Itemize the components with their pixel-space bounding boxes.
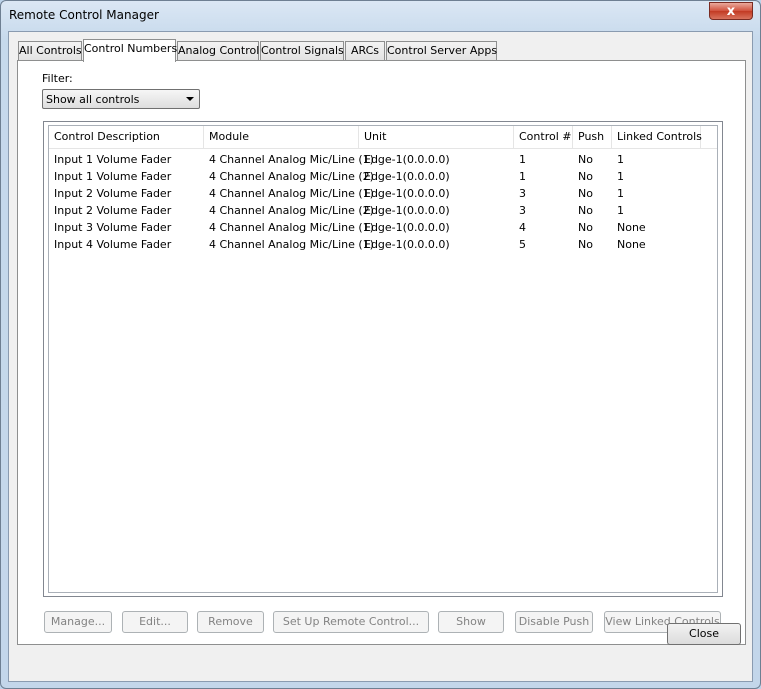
tab-control-signals[interactable]: Control Signals <box>260 41 344 60</box>
cell-unit: Edge-1(0.0.0.0) <box>364 221 450 234</box>
remove-button[interactable]: Remove <box>197 611 264 633</box>
cell-control-number: 1 <box>519 170 526 183</box>
tab-control-server-apps[interactable]: Control Server Apps <box>386 41 497 60</box>
title-bar[interactable]: Remote Control Manager x <box>1 1 760 31</box>
cell-linked-controls: 1 <box>617 204 624 217</box>
cell-control-description: Input 2 Volume Fader <box>54 187 172 200</box>
filter-label: Filter: <box>42 72 73 85</box>
cell-control-number: 5 <box>519 238 526 251</box>
close-button[interactable]: Close <box>667 623 741 645</box>
cell-control-number: 4 <box>519 221 526 234</box>
cell-push: No <box>578 170 593 183</box>
cell-linked-controls: None <box>617 221 646 234</box>
cell-control-description: Input 1 Volume Fader <box>54 170 172 183</box>
remote-control-manager-window: Remote Control Manager x All Controls Co… <box>0 0 761 689</box>
filter-selected-value: Show all controls <box>46 93 140 106</box>
table-row[interactable]: Input 1 Volume Fader 4 Channel Analog Mi… <box>49 151 717 168</box>
tab-all-controls[interactable]: All Controls <box>18 41 82 60</box>
table-row[interactable]: Input 3 Volume Fader 4 Channel Analog Mi… <box>49 219 717 236</box>
set-up-remote-control-button[interactable]: Set Up Remote Control... <box>273 611 429 633</box>
table-row[interactable]: Input 2 Volume Fader 4 Channel Analog Mi… <box>49 185 717 202</box>
cell-module: 4 Channel Analog Mic/Line (1) <box>209 221 374 234</box>
show-button[interactable]: Show <box>438 611 504 633</box>
cell-control-number: 3 <box>519 187 526 200</box>
cell-linked-controls: 1 <box>617 170 624 183</box>
column-header-linked-controls[interactable]: Linked Controls <box>612 126 702 148</box>
cell-module: 4 Channel Analog Mic/Line (2) <box>209 204 374 217</box>
manage-button[interactable]: Manage... <box>44 611 112 633</box>
tab-panel-control-numbers: Filter: Show all controls Control Descri… <box>17 60 746 645</box>
cell-module: 4 Channel Analog Mic/Line (1) <box>209 153 374 166</box>
table-header: Control Description Module Unit Control … <box>49 126 717 149</box>
cell-module: 4 Channel Analog Mic/Line (2) <box>209 170 374 183</box>
tab-analog-control[interactable]: Analog Control <box>177 41 259 60</box>
cell-unit: Edge-1(0.0.0.0) <box>364 187 450 200</box>
controls-list[interactable]: Control Description Module Unit Control … <box>43 121 723 597</box>
cell-push: No <box>578 153 593 166</box>
cell-push: No <box>578 221 593 234</box>
cell-module: 4 Channel Analog Mic/Line (1) <box>209 187 374 200</box>
filter-dropdown[interactable]: Show all controls <box>42 89 200 109</box>
cell-push: No <box>578 238 593 251</box>
cell-control-description: Input 2 Volume Fader <box>54 204 172 217</box>
column-header-control-description[interactable]: Control Description <box>49 126 204 148</box>
cell-control-description: Input 3 Volume Fader <box>54 221 172 234</box>
cell-linked-controls: 1 <box>617 187 624 200</box>
table-row[interactable]: Input 4 Volume Fader 4 Channel Analog Mi… <box>49 236 717 253</box>
tab-control-numbers[interactable]: Control Numbers <box>83 39 177 62</box>
cell-control-number: 3 <box>519 204 526 217</box>
controls-list-view: Control Description Module Unit Control … <box>48 125 718 593</box>
cell-control-description: Input 4 Volume Fader <box>54 238 172 251</box>
table-row[interactable]: Input 2 Volume Fader 4 Channel Analog Mi… <box>49 202 717 219</box>
cell-linked-controls: 1 <box>617 153 624 166</box>
cell-push: No <box>578 204 593 217</box>
chevron-down-icon <box>186 97 194 101</box>
dialog-body: All Controls Control Numbers Analog Cont… <box>8 31 753 682</box>
cell-unit: Edge-1(0.0.0.0) <box>364 170 450 183</box>
tab-arcs[interactable]: ARCs <box>345 41 385 60</box>
window-title: Remote Control Manager <box>9 8 159 22</box>
cell-unit: Edge-1(0.0.0.0) <box>364 153 450 166</box>
cell-linked-controls: None <box>617 238 646 251</box>
cell-module: 4 Channel Analog Mic/Line (1) <box>209 238 374 251</box>
close-icon: x <box>726 4 736 19</box>
column-header-control-number[interactable]: Control # <box>514 126 573 148</box>
cell-unit: Edge-1(0.0.0.0) <box>364 238 450 251</box>
edit-button[interactable]: Edit... <box>122 611 188 633</box>
cell-control-number: 1 <box>519 153 526 166</box>
cell-push: No <box>578 187 593 200</box>
column-header-push[interactable]: Push <box>573 126 612 148</box>
disable-push-button[interactable]: Disable Push <box>515 611 593 633</box>
cell-unit: Edge-1(0.0.0.0) <box>364 204 450 217</box>
window-close-button[interactable]: x <box>709 2 753 20</box>
table-row[interactable]: Input 1 Volume Fader 4 Channel Analog Mi… <box>49 168 717 185</box>
column-header-unit[interactable]: Unit <box>359 126 514 148</box>
column-header-module[interactable]: Module <box>204 126 359 148</box>
cell-control-description: Input 1 Volume Fader <box>54 153 172 166</box>
